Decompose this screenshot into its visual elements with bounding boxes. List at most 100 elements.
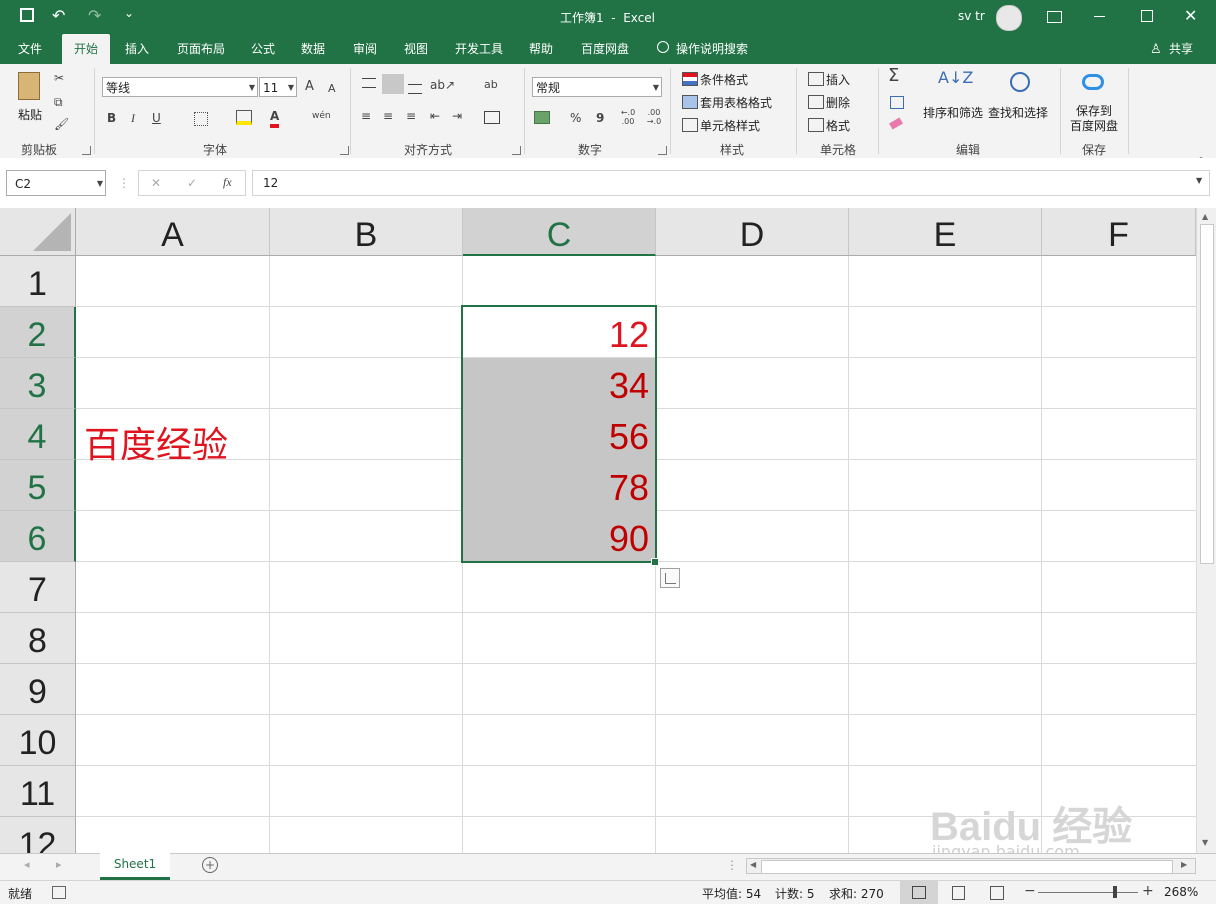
scroll-right-icon[interactable]: ▶ xyxy=(1181,860,1187,869)
delete-cells-button[interactable]: 删除 xyxy=(826,94,850,111)
next-sheet-icon[interactable]: ▸ xyxy=(56,858,62,871)
page-layout-view-icon[interactable] xyxy=(952,886,965,900)
tab-review[interactable]: 审阅 xyxy=(344,34,386,64)
align-left-icon[interactable]: ≡ xyxy=(361,108,371,124)
phonetic-icon[interactable]: wén xyxy=(312,108,331,124)
middle-align-icon[interactable] xyxy=(382,74,404,94)
share-button[interactable]: 共享 xyxy=(1164,34,1198,64)
format-painter-icon[interactable]: 🖌 xyxy=(54,116,69,132)
cancel-icon[interactable]: ✕ xyxy=(151,176,161,190)
orientation-icon[interactable]: ab↗ xyxy=(430,77,455,93)
increase-decimal-icon[interactable]: ←.0 .00 xyxy=(618,108,638,126)
tab-formulas[interactable]: 公式 xyxy=(242,34,284,64)
tab-help[interactable]: 帮助 xyxy=(520,34,562,64)
horizontal-scrollbar[interactable]: ◀ ▶ xyxy=(746,858,1196,874)
cut-icon[interactable]: ✂ xyxy=(54,70,64,86)
font-name-combo[interactable]: 等线 ▼ xyxy=(102,77,258,97)
fill-color-icon[interactable] xyxy=(236,110,252,125)
tab-data[interactable]: 数据 xyxy=(292,34,334,64)
row-header-10[interactable]: 10 xyxy=(0,715,76,766)
percent-button[interactable]: % xyxy=(570,110,581,126)
tab-view[interactable]: 视图 xyxy=(395,34,437,64)
close-icon[interactable]: ✕ xyxy=(1184,6,1197,25)
format-as-table-button[interactable]: 套用表格格式 xyxy=(700,94,772,111)
cell-a4[interactable]: 百度经验 xyxy=(84,416,228,468)
row-header-3[interactable]: 3 xyxy=(0,358,76,409)
column-header-a[interactable]: A xyxy=(76,208,270,256)
scroll-left-icon[interactable]: ◀ xyxy=(750,860,756,869)
add-sheet-icon[interactable]: + xyxy=(202,857,218,873)
clear-icon[interactable] xyxy=(889,117,903,130)
number-launcher-icon[interactable] xyxy=(658,146,667,155)
column-header-e[interactable]: E xyxy=(849,208,1042,256)
font-color-icon[interactable]: A xyxy=(270,108,280,128)
vertical-scrollbar[interactable]: ▲ ▼ xyxy=(1196,208,1216,853)
conditional-formatting-button[interactable]: 条件格式 xyxy=(700,71,748,88)
increase-indent-icon[interactable]: ⇥ xyxy=(452,108,462,124)
align-center-icon[interactable]: ≡ xyxy=(383,108,393,124)
vertical-scroll-thumb[interactable] xyxy=(1200,224,1214,564)
normal-view-button[interactable] xyxy=(900,881,938,904)
font-size-combo[interactable]: 11 ▼ xyxy=(259,77,297,97)
borders-icon[interactable] xyxy=(194,112,208,126)
cell-c4[interactable]: 56 xyxy=(463,416,649,458)
horizontal-scroll-thumb[interactable] xyxy=(761,860,1173,874)
cell-c2[interactable]: 12 xyxy=(463,314,649,356)
fill-icon[interactable] xyxy=(890,96,904,109)
sort-filter-button[interactable]: 排序和筛选 xyxy=(923,104,983,121)
column-header-c[interactable]: C xyxy=(463,208,656,256)
cell-styles-button[interactable]: 单元格样式 xyxy=(700,117,760,134)
zoom-out-button[interactable]: − xyxy=(1024,883,1036,899)
row-header-12[interactable]: 12 xyxy=(0,817,76,853)
minimize-icon[interactable] xyxy=(1094,16,1105,17)
comma-style-button[interactable]: 9 xyxy=(596,110,604,126)
autosum-icon[interactable]: Σ xyxy=(888,67,899,85)
row-header-9[interactable]: 9 xyxy=(0,664,76,715)
paste-icon[interactable] xyxy=(18,72,40,100)
redo-icon[interactable]: ↷ xyxy=(88,6,101,25)
expand-formula-bar-icon[interactable]: ▼ xyxy=(1196,176,1202,185)
row-header-4[interactable]: 4 xyxy=(0,409,76,460)
column-header-d[interactable]: D xyxy=(656,208,849,256)
top-align-icon[interactable] xyxy=(362,78,376,88)
row-header-7[interactable]: 7 xyxy=(0,562,76,613)
cell-c3[interactable]: 34 xyxy=(463,365,649,407)
alignment-launcher-icon[interactable] xyxy=(512,146,521,155)
accounting-format-icon[interactable] xyxy=(534,111,550,124)
sheet-tab-sheet1[interactable]: Sheet1 xyxy=(100,853,170,880)
save-icon[interactable] xyxy=(20,8,34,22)
undo-icon[interactable]: ↶ xyxy=(52,6,65,25)
row-header-5[interactable]: 5 xyxy=(0,460,76,511)
clipboard-launcher-icon[interactable] xyxy=(82,146,91,155)
row-header-8[interactable]: 8 xyxy=(0,613,76,664)
italic-button[interactable]: I xyxy=(131,110,135,126)
customize-toolbar-icon[interactable]: ⌄ xyxy=(124,6,134,20)
shrink-font-icon[interactable]: A xyxy=(328,81,336,97)
paste-button[interactable]: 粘贴 xyxy=(18,106,42,123)
cell-c5[interactable]: 78 xyxy=(463,467,649,509)
tab-file[interactable]: 文件 xyxy=(8,34,52,64)
macro-record-icon[interactable] xyxy=(52,886,66,899)
zoom-in-button[interactable]: + xyxy=(1142,883,1154,899)
column-header-b[interactable]: B xyxy=(270,208,463,256)
select-all-button[interactable] xyxy=(0,208,76,256)
row-header-6[interactable]: 6 xyxy=(0,511,76,562)
fill-handle[interactable] xyxy=(651,558,659,566)
insert-cells-button[interactable]: 插入 xyxy=(826,71,850,88)
name-box[interactable]: C2 ▼ xyxy=(6,170,106,196)
font-launcher-icon[interactable] xyxy=(340,146,349,155)
avatar[interactable] xyxy=(996,5,1022,31)
cell-c6[interactable]: 90 xyxy=(463,518,649,560)
copy-icon[interactable]: ⧉ xyxy=(54,94,63,110)
row-header-2[interactable]: 2 xyxy=(0,307,76,358)
zoom-slider-thumb[interactable] xyxy=(1113,886,1117,898)
underline-button[interactable]: U xyxy=(152,110,161,126)
column-header-f[interactable]: F xyxy=(1042,208,1196,256)
insert-function-icon[interactable]: fx xyxy=(223,175,232,190)
quick-analysis-button[interactable] xyxy=(660,568,680,588)
enter-icon[interactable]: ✓ xyxy=(187,176,197,190)
scroll-down-icon[interactable]: ▼ xyxy=(1202,838,1208,847)
user-name[interactable]: sv tr xyxy=(958,9,985,23)
maximize-icon[interactable] xyxy=(1141,10,1153,22)
decrease-indent-icon[interactable]: ⇤ xyxy=(430,108,440,124)
